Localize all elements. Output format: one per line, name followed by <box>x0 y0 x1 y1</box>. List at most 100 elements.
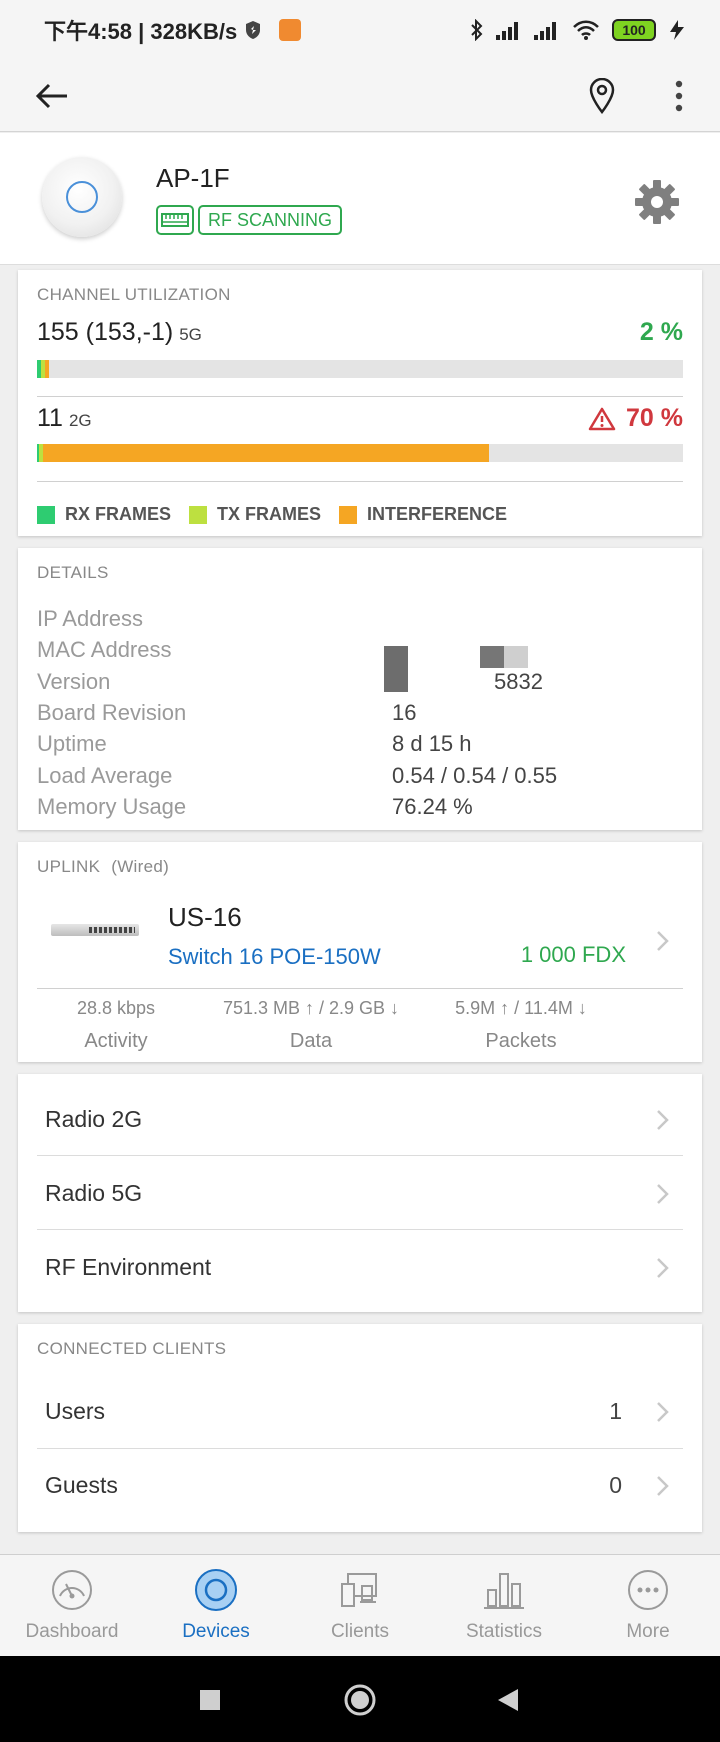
overflow-menu-button[interactable] <box>664 70 694 122</box>
uplink-device-link[interactable]: US-16 Switch 16 POE-150W 1 000 FDX <box>18 890 702 990</box>
guests-count: 0 <box>609 1472 622 1498</box>
channel-5g-band: 5G <box>179 325 202 344</box>
bluetooth-icon <box>471 19 483 41</box>
status-bar: 下午4:58 | 328KB/s 100 <box>0 0 720 60</box>
detail-load-value: 0.54 / 0.54 / 0.55 <box>392 763 558 788</box>
users-count: 1 <box>609 1398 622 1424</box>
detail-board-value: 16 <box>392 700 417 725</box>
channel-divider <box>37 396 683 397</box>
list-divider <box>37 1229 683 1230</box>
clients-icon <box>337 1567 383 1613</box>
devices-icon <box>193 1567 239 1613</box>
channel-5g-percent: 2 % <box>639 318 683 346</box>
radio-5g-link[interactable]: Radio 5G <box>18 1158 702 1230</box>
settings-button[interactable] <box>632 177 682 227</box>
chevron-right-icon <box>657 1402 669 1422</box>
rf-environment-link[interactable]: RF Environment <box>18 1232 702 1304</box>
channel-2g-percent-value: 70 % <box>626 404 683 432</box>
map-pin-icon <box>589 78 615 114</box>
uplink-data-label: Data <box>289 1030 333 1052</box>
legend-rx-label: RX FRAMES <box>65 504 172 524</box>
nav-devices[interactable]: Devices <box>144 1555 288 1656</box>
uplink-card: UPLINK (Wired) US-16 Switch 16 POE-150W … <box>18 842 702 1062</box>
shield-icon <box>246 21 261 39</box>
triangle-back-icon <box>498 1689 518 1711</box>
chevron-right-icon <box>657 931 669 951</box>
uplink-activity-label: Activity <box>84 1030 148 1052</box>
legend-tx: TX FRAMES <box>189 504 321 525</box>
battery-icon: 100 <box>612 19 656 41</box>
detail-load-label: Load Average <box>37 763 173 788</box>
users-link[interactable]: Users 1 <box>18 1376 702 1448</box>
uplink-activity-value: 28.8 kbps <box>76 998 156 1018</box>
device-tags: RF SCANNING <box>156 205 343 235</box>
recent-apps-button[interactable] <box>190 1680 230 1720</box>
uplink-packets-label: Packets <box>485 1030 557 1052</box>
locate-button[interactable] <box>580 70 624 122</box>
signal-icon <box>496 22 518 40</box>
detail-mac-label: MAC Address <box>37 637 172 662</box>
chevron-right-icon <box>657 1258 669 1278</box>
channel-5g-interference-segment <box>44 360 49 378</box>
nav-statistics[interactable]: Statistics <box>432 1555 576 1656</box>
detail-board-label: Board Revision <box>37 700 187 725</box>
app-bar <box>0 60 720 132</box>
legend-tx-swatch <box>189 505 208 524</box>
chevron-right-icon <box>657 1184 669 1204</box>
status-time-speed: 下午4:58 | 328KB/s <box>44 19 238 44</box>
legend-rx: RX FRAMES <box>37 504 171 525</box>
uplink-title: UPLINK (Wired) <box>37 857 169 877</box>
redacted-block-3 <box>504 646 528 668</box>
nav-dashboard[interactable]: Dashboard <box>0 1555 144 1656</box>
channel-utilization-card: CHANNEL UTILIZATION 155 (153,-1) 5G 2 % 1… <box>18 270 702 536</box>
radio-links-card: Radio 2G Radio 5G RF Environment <box>18 1074 702 1312</box>
redacted-block-2 <box>480 646 504 668</box>
uplink-divider <box>37 988 683 989</box>
detail-memory-value: 76.24 % <box>392 794 473 819</box>
uplink-device-name: US-16 <box>168 902 242 932</box>
more-icon <box>625 1567 671 1613</box>
device-name: AP-1F <box>156 163 230 193</box>
back-button[interactable] <box>30 74 74 118</box>
connected-clients-title: CONNECTED CLIENTS <box>37 1339 227 1358</box>
connected-clients-card: CONNECTED CLIENTS Users 1 Guests 0 <box>18 1324 702 1532</box>
system-back-button[interactable] <box>488 1680 528 1720</box>
nav-statistics-label: Statistics <box>465 1621 543 1642</box>
uplink-packets-value: 5.9M ↑ / 11.4M ↓ <box>455 998 587 1018</box>
redacted-block <box>384 646 408 692</box>
guests-link[interactable]: Guests 0 <box>18 1450 702 1522</box>
channel-2g-bar <box>37 444 683 462</box>
detail-uptime-label: Uptime <box>37 731 107 756</box>
signal-icon-2 <box>534 22 556 40</box>
uplink-title-label: UPLINK <box>37 857 101 876</box>
legend-interference-label: INTERFERENCE <box>367 504 508 524</box>
radio-2g-link[interactable]: Radio 2G <box>18 1084 702 1156</box>
gear-icon <box>635 180 679 224</box>
square-icon <box>200 1690 220 1710</box>
arrow-left-icon <box>35 83 67 109</box>
uplink-data-value: 751.3 MB ↑ / 2.9 GB ↓ <box>222 998 400 1018</box>
radio-2g-label: Radio 2G <box>45 1106 143 1132</box>
uplink-speed: 1 000 FDX <box>520 942 626 967</box>
device-image <box>42 157 122 237</box>
channel-5g-row: 155 (153,-1) 5G 2 % <box>37 318 683 348</box>
legend-rx-swatch <box>37 505 55 524</box>
device-led-ring <box>66 181 98 213</box>
channel-utilization-title: CHANNEL UTILIZATION <box>37 285 231 304</box>
details-card: DETAILS IP Address MAC Address Version B… <box>18 548 702 830</box>
chevron-right-icon <box>657 1110 669 1130</box>
channel-legend: RX FRAMES TX FRAMES INTERFERENCE <box>37 504 507 525</box>
nav-more[interactable]: More <box>576 1555 720 1656</box>
more-vertical-icon <box>675 80 683 112</box>
wifi-icon <box>573 20 599 40</box>
uplink-type: (Wired) <box>111 857 170 876</box>
app-notification-icon <box>279 19 302 41</box>
rf-environment-label: RF Environment <box>45 1254 212 1280</box>
nav-clients[interactable]: Clients <box>288 1555 432 1656</box>
home-button[interactable] <box>340 1680 380 1720</box>
channel-2g-percent: 70 % <box>588 404 683 433</box>
warning-icon <box>588 407 616 430</box>
nav-clients-label: Clients <box>330 1621 390 1642</box>
channel-5g-bar <box>37 360 683 378</box>
bottom-navigation: Dashboard Devices Clients Statistics Mor… <box>0 1554 720 1656</box>
